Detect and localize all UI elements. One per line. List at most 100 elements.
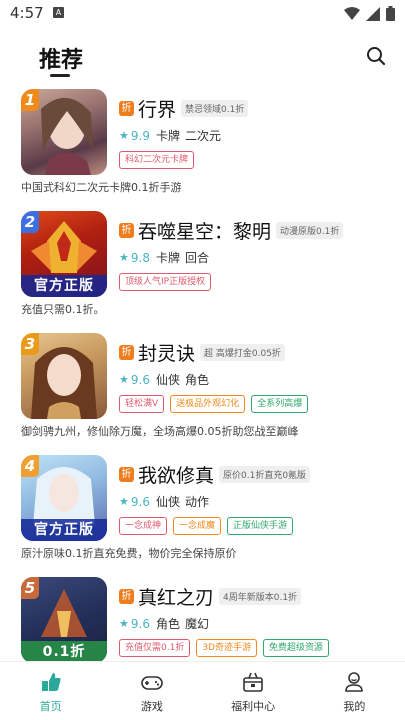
tab-label: 我的 <box>343 700 366 713</box>
game-card[interactable]: 1 折 行界 禁忌领域0.1折 ★ 9.9 卡牌 二次元 科幻二次元卡牌 中国式… <box>0 86 405 204</box>
genre: 角色 <box>184 373 209 387</box>
game-description: 原汁原味0.1折直充免费，物价完全保持原价 <box>21 547 237 560</box>
header: 推荐 <box>0 34 405 78</box>
profile-icon <box>345 672 364 692</box>
discount-badge: 折 <box>119 345 134 360</box>
home-icon <box>41 673 61 691</box>
signal-icon <box>366 6 380 21</box>
star-icon: ★ <box>119 617 129 630</box>
game-card[interactable]: 4 官方正版 折 我欲修真 原价0.1折直充0氪版 ★ 9.6 仙侠 动作 一念… <box>0 452 405 570</box>
game-subtitle: 4周年新版本0.1折 <box>219 588 302 605</box>
score: 9.6 <box>130 616 150 631</box>
name-row: 折 封灵诀 超 高爆打金0.05折 <box>119 339 285 366</box>
genre: 魔幻 <box>184 617 209 631</box>
game-card[interactable]: 2 官方正版 折 吞噬星空：黎明 动漫原版0.1折 ★ 9.8 卡牌 回合 顶级… <box>0 208 405 326</box>
tag: 充值仅需0.1折 <box>119 639 191 657</box>
tab-label: 福利中心 <box>231 700 276 713</box>
genre: 回合 <box>184 251 209 265</box>
genre: 仙侠 <box>155 373 180 387</box>
tag: 科幻二次元卡牌 <box>119 151 195 169</box>
genre: 二次元 <box>184 129 221 143</box>
game-icon[interactable]: 3 <box>21 333 107 419</box>
score: 9.6 <box>130 494 150 509</box>
rank-badge: 2 <box>21 211 39 233</box>
game-name: 行界 <box>138 99 177 121</box>
tag: 顶级人气IP正版授权 <box>119 273 212 291</box>
icon-banner: 官方正版 <box>21 519 107 541</box>
name-row: 折 吞噬星空：黎明 动漫原版0.1折 <box>119 217 344 244</box>
meta-row: ★ 9.6 仙侠 动作 <box>119 493 214 510</box>
icon-banner: 官方正版 <box>21 275 107 297</box>
notification-icon: A <box>53 7 64 18</box>
gift-icon <box>243 672 263 692</box>
meta-row: ★ 9.9 卡牌 二次元 <box>119 127 226 144</box>
meta-row: ★ 9.8 卡牌 回合 <box>119 249 214 266</box>
game-name: 我欲修真 <box>138 465 215 487</box>
genre: 动作 <box>184 495 209 509</box>
meta-row: ★ 9.6 仙侠 角色 <box>119 371 214 388</box>
status-icons <box>344 6 395 21</box>
bottom-tab-bar: 首页 游戏 福利中心 我的 <box>0 661 405 720</box>
tags-row: 充值仅需0.1折 3D奇迹手游 免费超级资源 <box>119 639 330 657</box>
tab-home[interactable]: 首页 <box>0 662 101 720</box>
game-icon[interactable]: 4 官方正版 <box>21 455 107 541</box>
title-underline <box>50 74 70 77</box>
game-description: 中国式科幻二次元卡牌0.1折手游 <box>21 181 182 194</box>
game-subtitle: 超 高爆打金0.05折 <box>200 344 285 361</box>
tag: 3D奇迹手游 <box>196 639 257 657</box>
genre: 卡牌 <box>155 129 180 143</box>
rank-badge: 5 <box>21 577 39 599</box>
game-subtitle: 禁忌领域0.1折 <box>181 100 249 117</box>
tab-welfare[interactable]: 福利中心 <box>203 662 304 720</box>
star-icon: ★ <box>119 251 129 264</box>
star-icon: ★ <box>119 495 129 508</box>
genre: 角色 <box>155 617 180 631</box>
star-icon: ★ <box>119 373 129 386</box>
name-row: 折 我欲修真 原价0.1折直充0氪版 <box>119 461 311 488</box>
tab-profile[interactable]: 我的 <box>304 662 405 720</box>
score: 9.9 <box>130 128 150 143</box>
status-time: 4:57 <box>10 4 44 22</box>
game-card[interactable]: 3 折 封灵诀 超 高爆打金0.05折 ★ 9.6 仙侠 角色 轻松满V 送极品… <box>0 330 405 448</box>
score: 9.8 <box>130 250 150 265</box>
rank-badge: 3 <box>21 333 39 355</box>
tag: 一念成魔 <box>173 517 222 535</box>
tags-row: 顶级人气IP正版授权 <box>119 273 212 291</box>
status-bar: 4:57 A <box>0 0 405 28</box>
meta-row: ★ 9.6 角色 魔幻 <box>119 615 214 632</box>
game-icon[interactable]: 5 0.1折 <box>21 577 107 663</box>
name-row: 折 行界 禁忌领域0.1折 <box>119 95 249 122</box>
page-title: 推荐 <box>39 48 84 73</box>
game-name: 吞噬星空：黎明 <box>138 221 272 243</box>
tag: 全系列高爆 <box>251 395 309 413</box>
tag: 正版仙侠手游 <box>227 517 294 535</box>
gamepad-icon <box>141 676 163 690</box>
search-icon[interactable] <box>365 45 387 67</box>
discount-badge: 折 <box>119 589 134 604</box>
game-icon[interactable]: 2 官方正版 <box>21 211 107 297</box>
game-description: 充值只需0.1折。 <box>21 303 105 316</box>
tag: 免费超级资源 <box>263 639 330 657</box>
wifi-icon <box>344 6 360 20</box>
name-row: 折 真红之刃 4周年新版本0.1折 <box>119 583 302 610</box>
genre: 卡牌 <box>155 251 180 265</box>
tab-label: 游戏 <box>140 700 163 713</box>
tags-row: 科幻二次元卡牌 <box>119 151 195 169</box>
icon-banner: 0.1折 <box>21 641 107 663</box>
rank-badge: 4 <box>21 455 39 477</box>
tag: 送极品外观幻化 <box>170 395 246 413</box>
genre: 仙侠 <box>155 495 180 509</box>
game-description: 御剑骋九州，修仙除万魔，全场高爆0.05折助您战至巅峰 <box>21 425 299 438</box>
game-name: 真红之刃 <box>138 587 215 609</box>
tab-label: 首页 <box>39 700 62 713</box>
discount-badge: 折 <box>119 223 134 238</box>
game-name: 封灵诀 <box>138 343 196 365</box>
score: 9.6 <box>130 372 150 387</box>
game-subtitle: 动漫原版0.1折 <box>276 222 344 239</box>
star-icon: ★ <box>119 129 129 142</box>
tags-row: 一念成神 一念成魔 正版仙侠手游 <box>119 517 294 535</box>
game-subtitle: 原价0.1折直充0氪版 <box>219 466 311 483</box>
game-icon[interactable]: 1 <box>21 89 107 175</box>
rank-badge: 1 <box>21 89 39 111</box>
tab-games[interactable]: 游戏 <box>101 662 202 720</box>
